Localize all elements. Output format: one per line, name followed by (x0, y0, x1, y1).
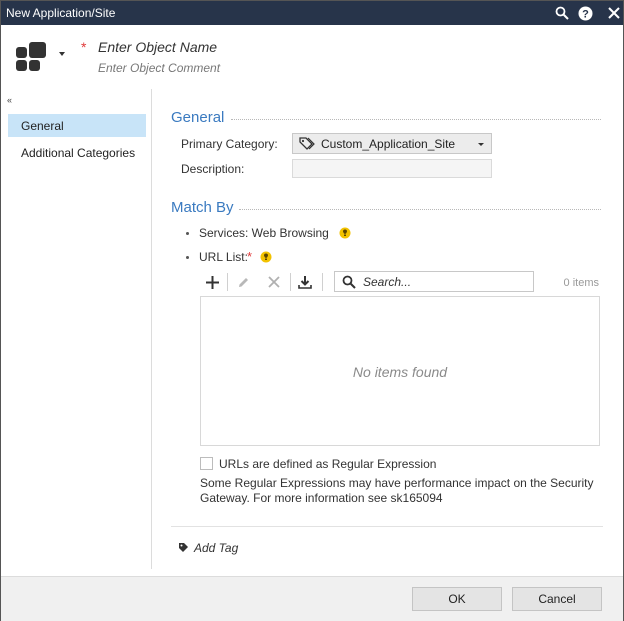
section-divider (239, 209, 601, 210)
divider (171, 526, 603, 527)
close-icon[interactable] (604, 3, 624, 23)
regex-note: Some Regular Expressions may have perfor… (200, 476, 594, 505)
ok-button[interactable]: OK (412, 587, 502, 611)
add-icon[interactable] (202, 272, 222, 292)
url-search-input[interactable]: Search... (334, 271, 534, 292)
application-icon[interactable] (16, 42, 46, 72)
sidebar: « General Additional Categories (1, 89, 152, 569)
collapse-sidebar-icon[interactable]: « (7, 95, 12, 105)
icon-dropdown-arrow[interactable] (59, 52, 65, 56)
toolbar-separator (227, 273, 228, 291)
sidebar-item-additional-categories[interactable]: Additional Categories (8, 141, 146, 164)
search-icon (342, 275, 356, 292)
required-mark: * (247, 249, 253, 264)
primary-category-select[interactable]: Custom_Application_Site (292, 133, 492, 154)
tag-icon (299, 137, 315, 153)
bullet (186, 256, 189, 259)
section-title-match-by: Match By (171, 199, 234, 216)
search-icon[interactable] (552, 3, 572, 23)
object-header: * Enter Object Name Enter Object Comment (1, 25, 623, 87)
required-mark: * (81, 39, 87, 55)
toolbar-separator (322, 273, 323, 291)
primary-category-label: Primary Category: (181, 137, 278, 151)
search-placeholder: Search... (363, 275, 412, 289)
section-title-general: General (171, 109, 225, 126)
item-count: 0 items (563, 277, 599, 289)
url-list-label: URL List: (199, 250, 248, 264)
dialog-window: New Application/Site ? * Enter Object Na… (0, 0, 624, 621)
url-list-table[interactable]: No items found (200, 296, 600, 446)
svg-text:?: ? (582, 8, 589, 20)
edit-icon[interactable] (233, 272, 253, 292)
description-field[interactable] (292, 159, 492, 178)
sidebar-item-label: General (21, 118, 64, 133)
dialog-footer: OK Cancel (1, 576, 623, 621)
section-divider (231, 119, 601, 120)
lightbulb-icon[interactable] (339, 227, 351, 239)
toolbar-separator (290, 273, 291, 291)
lightbulb-icon[interactable] (260, 251, 272, 263)
bullet (186, 232, 189, 235)
sidebar-item-general[interactable]: General (8, 114, 146, 137)
title-bar: New Application/Site ? (1, 1, 623, 25)
description-label: Description: (181, 162, 245, 176)
chevron-down-icon (478, 143, 484, 146)
regex-checkbox[interactable] (200, 457, 213, 470)
primary-category-value: Custom_Application_Site (321, 137, 456, 151)
object-name-field[interactable]: Enter Object Name (98, 39, 217, 55)
import-icon[interactable] (295, 272, 315, 292)
services-link[interactable]: Services: Web Browsing (199, 226, 329, 240)
cancel-button[interactable]: Cancel (512, 587, 602, 611)
window-title: New Application/Site (6, 6, 116, 20)
regex-checkbox-label[interactable]: URLs are defined as Regular Expression (219, 457, 436, 471)
add-tag-link[interactable]: Add Tag (194, 541, 238, 555)
object-comment-field[interactable]: Enter Object Comment (98, 61, 220, 75)
tag-icon (178, 542, 189, 556)
delete-icon[interactable] (264, 272, 284, 292)
sidebar-item-label: Additional Categories (21, 145, 136, 160)
help-icon[interactable]: ? (575, 3, 595, 23)
empty-message: No items found (352, 364, 448, 380)
